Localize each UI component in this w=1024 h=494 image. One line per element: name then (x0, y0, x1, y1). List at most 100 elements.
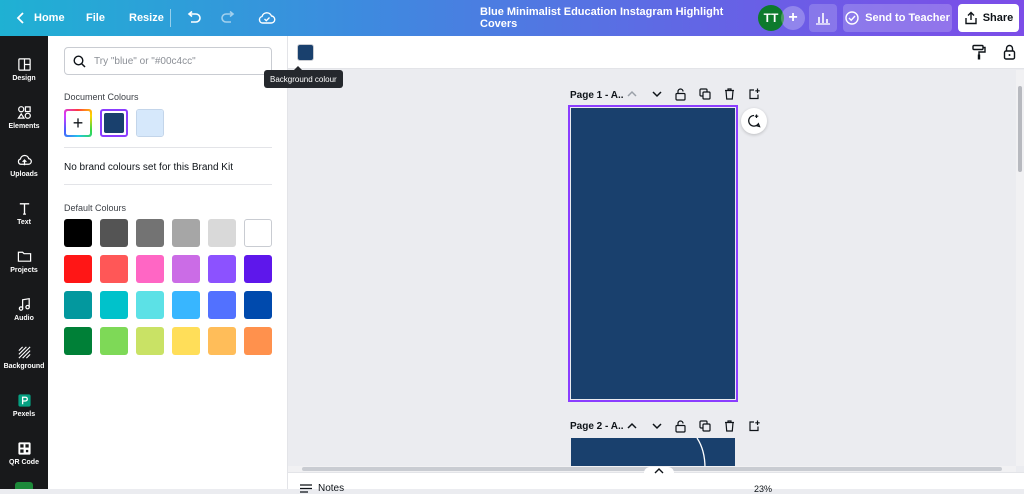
default-colour-swatch[interactable] (172, 291, 200, 319)
pexels-icon (17, 393, 31, 407)
default-colour-swatch[interactable] (172, 327, 200, 355)
lock-page-icon[interactable] (675, 88, 686, 101)
default-colour-swatch[interactable] (136, 255, 164, 283)
rail-item-elements[interactable]: Elements (0, 94, 48, 140)
chevron-down-icon[interactable] (652, 90, 662, 98)
default-colour-swatch[interactable] (244, 291, 272, 319)
chevron-down-icon[interactable] (652, 422, 662, 430)
chevron-left-icon (16, 12, 24, 24)
rail-item-design[interactable]: Design (0, 46, 48, 92)
default-colour-swatch[interactable] (172, 255, 200, 283)
default-colour-swatch[interactable] (208, 327, 236, 355)
default-colour-swatch[interactable] (244, 327, 272, 355)
page-1-title[interactable]: Page 1 - A... (570, 90, 624, 101)
lock-icon (1003, 44, 1016, 60)
add-collaborator-button[interactable]: + (781, 6, 805, 30)
scroll-thumb[interactable] (1018, 86, 1022, 172)
add-page-icon[interactable] (748, 420, 760, 432)
vertical-scrollbar[interactable] (1016, 70, 1024, 466)
paint-roller-icon (972, 44, 986, 60)
default-colour-swatch[interactable] (244, 255, 272, 283)
redo-button[interactable] (212, 0, 244, 36)
duplicate-page-icon[interactable] (699, 420, 711, 432)
page-1-canvas[interactable] (568, 105, 738, 402)
copy-style-button[interactable] (972, 44, 986, 65)
add-colour-button[interactable]: + (64, 109, 92, 137)
duplicate-page-icon[interactable] (699, 88, 711, 100)
add-page-icon[interactable] (748, 88, 760, 100)
send-to-teacher-button[interactable]: Send to Teacher (843, 4, 952, 32)
trash-icon[interactable] (724, 88, 735, 100)
document-colour-swatch[interactable] (100, 109, 128, 137)
rail-item-text[interactable]: Text (0, 190, 48, 236)
rail-item-projects[interactable]: Projects (0, 238, 48, 284)
side-rail: Design Elements Uploads Text Projects Au… (0, 36, 48, 489)
rail-item-uploads[interactable]: Uploads (0, 142, 48, 188)
page-2-canvas[interactable] (571, 438, 735, 468)
default-colour-swatch[interactable] (64, 327, 92, 355)
rail-item-background[interactable]: Background (0, 334, 48, 380)
rail-item-qr-code[interactable]: QR Code (0, 430, 48, 476)
resize-button[interactable]: Resize (121, 0, 172, 36)
background-icon (17, 345, 31, 359)
default-colour-swatch[interactable] (136, 327, 164, 355)
default-colour-swatch[interactable] (208, 255, 236, 283)
share-icon (965, 11, 977, 25)
share-button[interactable]: Share (958, 4, 1019, 32)
projects-icon (17, 251, 31, 262)
divider (64, 147, 272, 148)
rail-label: Design (12, 74, 36, 82)
default-colour-swatch[interactable] (100, 255, 128, 283)
lock-button[interactable] (1003, 44, 1016, 65)
undo-icon (187, 11, 201, 23)
save-status-button[interactable] (250, 0, 284, 36)
rail-item-pexels[interactable]: Pexels (0, 382, 48, 428)
default-colour-swatch[interactable] (208, 291, 236, 319)
default-colour-swatch[interactable] (100, 291, 128, 319)
lock-page-icon[interactable] (675, 420, 686, 433)
default-colour-swatch[interactable] (136, 291, 164, 319)
divider (170, 9, 171, 27)
show-pages-button[interactable] (644, 467, 674, 477)
default-colour-swatch[interactable] (244, 219, 272, 247)
rail-label: Text (17, 218, 31, 226)
rail-item-audio[interactable]: Audio (0, 286, 48, 332)
default-colour-swatch[interactable] (208, 219, 236, 247)
home-button[interactable]: Home (8, 0, 73, 36)
insights-button[interactable] (809, 4, 837, 32)
page-2-title[interactable]: Page 2 - A... (570, 421, 624, 432)
page-1-background[interactable] (571, 108, 735, 399)
default-colour-swatch[interactable] (64, 219, 92, 247)
uploads-icon (17, 154, 32, 165)
background-colour-button[interactable] (297, 44, 314, 61)
colour-search-input[interactable] (94, 55, 264, 67)
file-menu[interactable]: File (78, 0, 113, 36)
add-comment-button[interactable] (741, 108, 767, 134)
colour-search[interactable] (64, 47, 272, 75)
default-colour-swatch[interactable] (100, 219, 128, 247)
app-icon-partial[interactable] (15, 482, 33, 489)
tooltip: Background colour (264, 66, 343, 88)
zoom-level[interactable]: 23% (754, 484, 772, 494)
default-colour-swatch[interactable] (172, 219, 200, 247)
send-to-teacher-label: Send to Teacher (865, 12, 950, 24)
default-colour-swatch[interactable] (64, 255, 92, 283)
default-colour-swatch[interactable] (64, 291, 92, 319)
undo-button[interactable] (178, 0, 210, 36)
chevron-up-icon[interactable] (627, 422, 637, 430)
default-colour-swatch[interactable] (136, 219, 164, 247)
rail-label: Background (3, 362, 45, 370)
rail-label: QR Code (9, 458, 39, 466)
default-colours-title: Default Colours (64, 203, 127, 213)
bottom-bar: Notes 23% (288, 467, 1024, 494)
document-colour-swatch[interactable] (136, 109, 164, 137)
share-label: Share (982, 12, 1014, 24)
default-colour-swatch[interactable] (100, 327, 128, 355)
page-1-header: Page 1 - A... (570, 87, 624, 103)
rail-label: Uploads (10, 170, 38, 178)
chevron-up-icon[interactable] (627, 90, 637, 98)
page-2-arc-decoration (696, 438, 706, 468)
text-icon (19, 202, 29, 215)
trash-icon[interactable] (724, 420, 735, 432)
design-title[interactable]: Blue Minimalist Education Instagram High… (480, 0, 750, 36)
